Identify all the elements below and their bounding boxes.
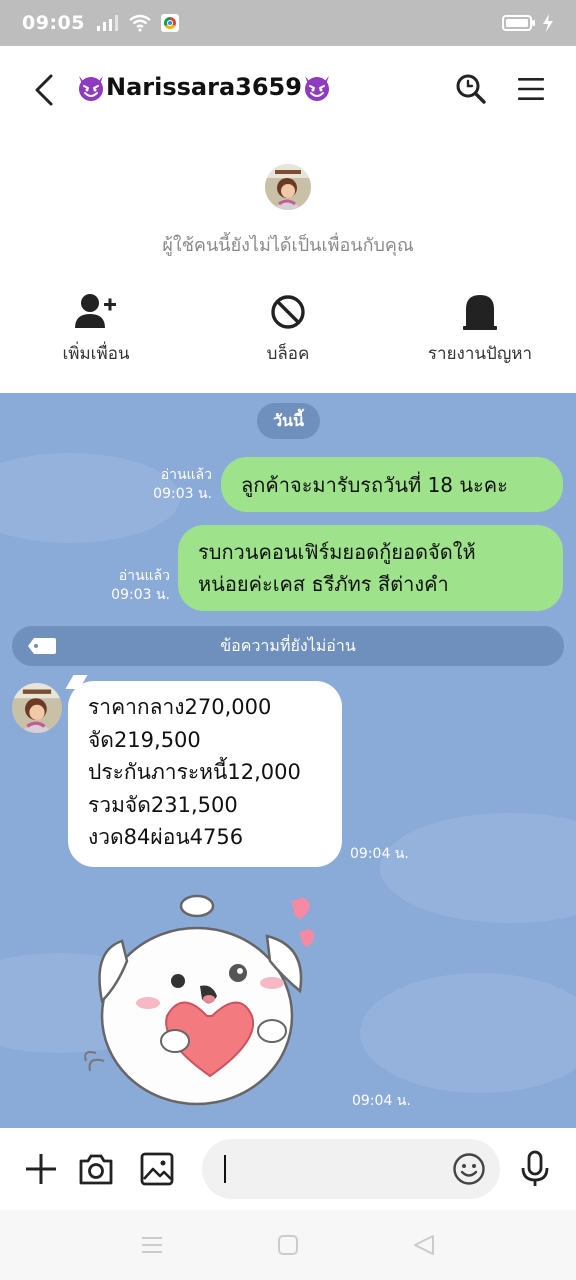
message-text-line: รวมจัด231,500: [88, 792, 238, 817]
image-button[interactable]: [136, 1148, 178, 1190]
read-receipt: อ่านแล้ว: [118, 568, 170, 584]
voice-button[interactable]: [514, 1148, 556, 1190]
outgoing-message[interactable]: รบกวนคอนเฟิร์มยอดกู้ยอดจัดให้ หน่อยค่ะเค…: [178, 525, 563, 611]
read-receipt: อ่านแล้ว: [160, 467, 212, 483]
search-button[interactable]: [450, 68, 492, 110]
menu-button[interactable]: [510, 68, 552, 110]
chat-area[interactable]: วันนี้ อ่านแล้ว 09:03 น. ลูกค้าจะมารับรถ…: [0, 393, 576, 1128]
message-text-line: งวด84ผ่อน4756: [88, 825, 244, 850]
block-icon: [271, 295, 305, 329]
home-icon: [278, 1235, 298, 1255]
microphone-icon: [521, 1150, 549, 1186]
search-icon: [456, 74, 486, 104]
unread-messages-separator: ข้อความที่ยังไม่อ่าน: [12, 626, 564, 666]
camera-icon: [79, 1154, 113, 1185]
system-nav-bar: [0, 1210, 576, 1280]
profile-photo: [12, 683, 62, 733]
add-button[interactable]: [20, 1148, 62, 1190]
back-triangle-icon: [414, 1235, 434, 1255]
recent-apps-icon: [142, 1237, 162, 1253]
incoming-message[interactable]: ราคากลาง270,000 จัด219,500 ประกันภาระหนี…: [68, 681, 342, 867]
background-cloud: [380, 813, 576, 923]
back-button[interactable]: [24, 68, 64, 112]
signal-icon: [96, 15, 118, 31]
puppy-heart-sticker[interactable]: [82, 891, 332, 1111]
message-text-line: ราคากลาง270,000: [88, 695, 272, 719]
back-nav-button[interactable]: [410, 1232, 438, 1258]
charging-icon: [543, 14, 553, 32]
message-input-bar: [0, 1128, 576, 1210]
message-text-line: จัด219,500: [88, 727, 201, 752]
battery-icon: [502, 15, 535, 31]
smiling-devil-icon: [79, 76, 103, 101]
profile-photo: [265, 164, 311, 210]
home-button[interactable]: [274, 1232, 302, 1258]
outgoing-message[interactable]: ลูกค้าจะมารับรถวันที่ 18 นะคะ: [221, 457, 563, 512]
report-icon: [463, 295, 497, 330]
chrome-icon: [160, 14, 179, 32]
unread-label: ข้อความที่ยังไม่อ่าน: [220, 635, 356, 655]
background-cloud: [360, 973, 576, 1093]
message-meta: อ่านแล้ว 09:03 น.: [94, 567, 170, 605]
block-button[interactable]: บล็อค: [198, 292, 378, 367]
emoji-button[interactable]: [450, 1150, 488, 1188]
camera-button[interactable]: [75, 1148, 117, 1190]
block-label: บล็อค: [266, 344, 310, 364]
report-label: รายงานปัญหา: [427, 344, 533, 364]
not-friend-notice: ผู้ใช้คนนี้ยังไม่ได้เป็นเพื่อนกับคุณ: [162, 235, 414, 256]
message-time: 09:03 น.: [153, 486, 212, 502]
smiling-devil-icon: [304, 76, 329, 101]
chat-title: Narissara3659: [76, 72, 332, 102]
chevron-left-icon: [35, 74, 53, 106]
contact-name: Narissara3659: [106, 73, 302, 101]
text-caret: [224, 1155, 226, 1183]
avatar[interactable]: [265, 164, 311, 210]
profile-section: ผู้ใช้คนนี้ยังไม่ได้เป็นเพื่อนกับคุณ เพิ…: [0, 134, 576, 393]
message-text-line: ประกันภาระหนี้12,000: [88, 760, 301, 785]
status-time: 09:05: [22, 12, 85, 34]
tag-icon: [28, 638, 56, 654]
message-meta: อ่านแล้ว 09:03 น.: [136, 466, 212, 504]
hamburger-menu-icon: [518, 78, 544, 100]
smiley-icon: [453, 1153, 485, 1185]
report-button[interactable]: รายงานปัญหา: [390, 292, 570, 367]
recent-apps-button[interactable]: [138, 1232, 166, 1258]
sender-avatar[interactable]: [12, 683, 62, 733]
message-text-line: รบกวนคอนเฟิร์มยอดกู้ยอดจัดให้: [198, 540, 476, 564]
add-friend-button[interactable]: เพิ่มเพื่อน: [6, 292, 186, 367]
date-separator: วันนี้: [257, 403, 320, 439]
add-friend-label: เพิ่มเพื่อน: [62, 344, 130, 364]
message-time: 09:04 น.: [352, 1093, 411, 1109]
chat-header: Narissara3659: [0, 46, 576, 134]
message-text-line: หน่อยค่ะเคส ธรีภัทร สีต่างคำ: [198, 572, 449, 596]
plus-icon: [26, 1154, 56, 1184]
message-text: ลูกค้าจะมารับรถวันที่ 18 นะคะ: [241, 472, 508, 497]
add-friend-icon: [75, 294, 116, 328]
status-bar: 09:05: [0, 0, 576, 46]
message-time: 09:04 น.: [350, 846, 409, 862]
message-time: 09:03 น.: [111, 587, 170, 603]
wifi-icon: [129, 14, 151, 32]
image-icon: [140, 1152, 174, 1186]
